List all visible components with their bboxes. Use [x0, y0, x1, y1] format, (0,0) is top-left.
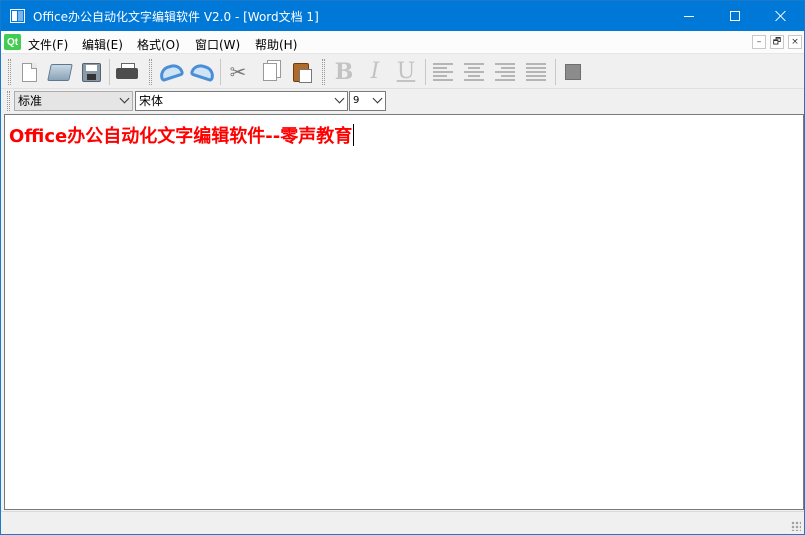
text-caret [353, 124, 355, 146]
mdi-restore-button[interactable]: 🗗 [770, 35, 784, 49]
mdi-close-button[interactable]: × [788, 35, 802, 49]
font-size-select[interactable]: 9 [349, 91, 386, 111]
copy-button[interactable] [256, 58, 284, 86]
toolbar-grip[interactable] [322, 59, 325, 85]
cut-button[interactable]: ✂ [224, 58, 252, 86]
minimize-button[interactable] [666, 1, 712, 31]
menu-help[interactable]: 帮助(H) [255, 36, 297, 53]
font-size-value: 9 [353, 95, 360, 106]
maximize-button[interactable] [712, 1, 758, 31]
close-icon [775, 10, 787, 22]
menu-format[interactable]: 格式(O) [137, 36, 180, 53]
underline-button[interactable]: U [392, 58, 420, 86]
underline-icon: U [396, 59, 416, 84]
document-text: Office办公自动化文字编辑软件--零声教育 [9, 126, 353, 147]
redo-icon [189, 61, 217, 83]
font-family-value: 宋体 [139, 94, 164, 108]
app-icon [10, 9, 25, 23]
italic-button[interactable]: I [361, 58, 389, 86]
document-text-line[interactable]: Office办公自动化文字编辑软件--零声教育 [9, 122, 355, 148]
toolbar-grip[interactable] [8, 59, 11, 85]
font-family-select[interactable]: 宋体 [135, 91, 348, 111]
new-button[interactable] [15, 58, 43, 86]
close-button[interactable] [758, 1, 804, 31]
copy-icon [263, 63, 277, 81]
toolbar-separator [425, 59, 426, 85]
paste-button[interactable] [287, 58, 315, 86]
style-select[interactable]: 标准 [14, 91, 133, 111]
undo-button[interactable] [157, 58, 185, 86]
chevron-down-icon [119, 93, 130, 104]
align-center-button[interactable] [460, 58, 488, 86]
app-window: Office办公自动化文字编辑软件 V2.0 - [Word文档 1] Qt 文… [0, 0, 805, 535]
align-left-icon [433, 63, 453, 81]
title-bar[interactable]: Office办公自动化文字编辑软件 V2.0 - [Word文档 1] [1, 1, 804, 31]
toolbar-separator [555, 59, 556, 85]
undo-icon [157, 61, 185, 83]
resize-grip-icon[interactable] [791, 521, 801, 531]
menu-bar: Qt 文件(F) 编辑(E) 格式(O) 窗口(W) 帮助(H) – 🗗 × [1, 31, 804, 54]
menu-file[interactable]: 文件(F) [28, 36, 68, 53]
menu-window[interactable]: 窗口(W) [195, 36, 240, 53]
bold-button[interactable]: B [330, 58, 358, 86]
align-left-button[interactable] [429, 58, 457, 86]
minimize-icon [684, 15, 694, 17]
text-color-icon [565, 64, 581, 80]
maximize-icon [730, 11, 740, 21]
open-button[interactable] [46, 58, 74, 86]
toolbar-separator [109, 59, 110, 85]
justify-icon [526, 63, 546, 81]
chevron-down-icon [372, 93, 383, 104]
print-button[interactable] [113, 58, 141, 86]
format-toolbar: 标准 宋体 9 [1, 89, 804, 113]
align-right-icon [495, 63, 515, 81]
open-folder-icon [47, 63, 73, 81]
status-bar [1, 511, 804, 534]
main-toolbar: ✂ B I U [1, 55, 804, 89]
justify-button[interactable] [522, 58, 550, 86]
window-title: Office办公自动化文字编辑软件 V2.0 - [Word文档 1] [33, 10, 319, 24]
toolbar-grip[interactable] [149, 59, 152, 85]
redo-button[interactable] [189, 58, 217, 86]
italic-icon: I [370, 59, 380, 84]
print-icon [116, 63, 138, 81]
text-color-button[interactable] [559, 58, 587, 86]
menu-edit[interactable]: 编辑(E) [82, 36, 123, 53]
save-icon [81, 62, 101, 82]
toolbar-separator [220, 59, 221, 85]
document-editor[interactable]: Office办公自动化文字编辑软件--零声教育 [4, 114, 804, 510]
style-select-value: 标准 [18, 94, 43, 108]
cut-icon: ✂ [229, 60, 247, 84]
new-document-icon [21, 62, 37, 82]
align-right-button[interactable] [491, 58, 519, 86]
chevron-down-icon [334, 93, 345, 104]
mdi-minimize-button[interactable]: – [752, 35, 766, 49]
toolbar-grip[interactable] [7, 91, 10, 111]
qt-logo-icon[interactable]: Qt [4, 34, 21, 50]
save-button[interactable] [77, 58, 105, 86]
paste-icon [293, 62, 312, 83]
align-center-icon [464, 63, 484, 81]
bold-icon: B [334, 59, 354, 85]
